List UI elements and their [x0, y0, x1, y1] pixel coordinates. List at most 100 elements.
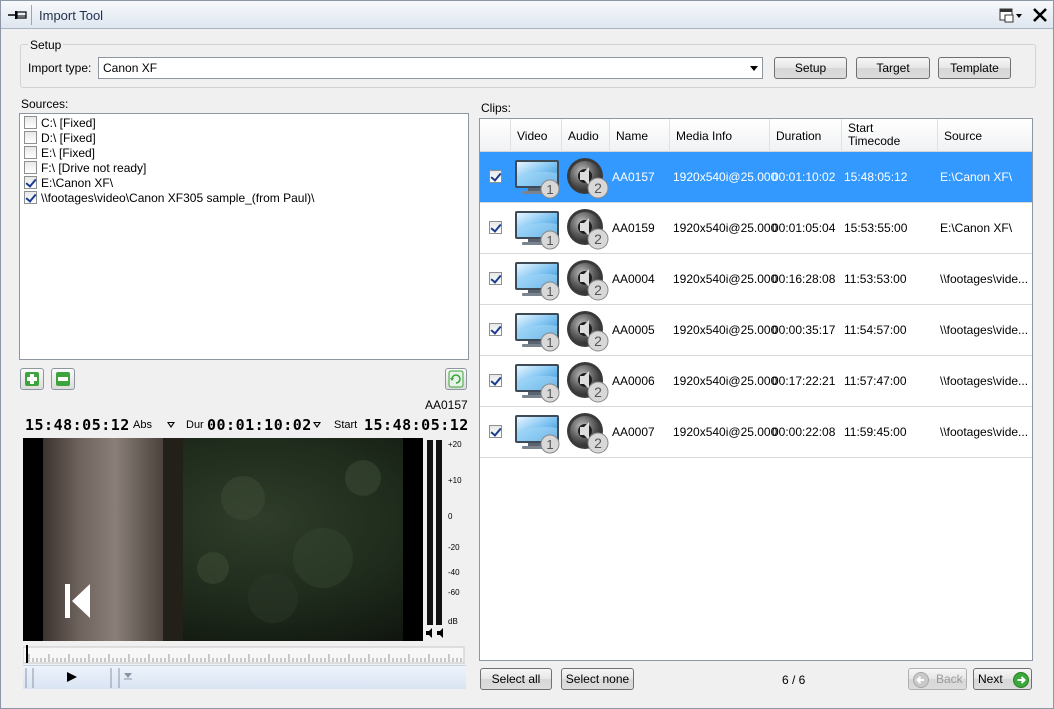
clip-checkbox[interactable] [489, 323, 502, 336]
close-icon[interactable] [1031, 6, 1049, 24]
source-item[interactable]: C:\ [Fixed] [24, 115, 96, 130]
clip-start-timecode: 15:53:55:00 [844, 221, 908, 235]
clip-start-timecode: 15:48:05:12 [844, 170, 908, 184]
source-label: E:\ [Fixed] [41, 145, 96, 160]
source-label: E:\Canon XF\ [41, 175, 114, 190]
clip-row[interactable]: 1 2 AA0007 1920x540i@25.000 00:00:22:08 … [480, 407, 1032, 458]
source-checkbox[interactable] [24, 146, 37, 160]
clip-source: \\footages\vide... [940, 272, 1029, 286]
clip-checkbox[interactable] [489, 170, 502, 183]
clip-start-timecode: 11:53:53:00 [844, 272, 907, 286]
next-button[interactable]: Next [973, 668, 1032, 690]
back-arrow-icon [913, 672, 929, 688]
abs-dropdown-icon[interactable] [167, 422, 175, 428]
clip-checkbox[interactable] [489, 221, 502, 234]
source-checkbox[interactable] [24, 131, 37, 145]
video-track-badge: 1 [546, 386, 553, 401]
transport-bar [23, 665, 466, 689]
col-start-timecode[interactable]: Start Timecode [842, 119, 938, 152]
source-label: F:\ [Drive not ready] [41, 160, 147, 175]
sources-list[interactable]: C:\ [Fixed] D:\ [Fixed] E:\ [Fixed] F:\ … [19, 113, 469, 360]
source-label: \\footages\video\Canon XF305 sample_(fro… [41, 190, 315, 205]
clip-row[interactable]: 1 2 AA0159 1920x540i@25.000 00:01:05:04 … [480, 203, 1032, 254]
audio-meter: +20 +10 0 -20 -40 -60 dB [424, 438, 466, 641]
setup-button[interactable]: Setup [774, 57, 847, 79]
back-button[interactable]: Back [908, 668, 967, 690]
video-track-icon: 1 [514, 157, 562, 199]
clip-checkbox[interactable] [489, 272, 502, 285]
clip-media-info: 1920x540i@25.000 [673, 221, 778, 235]
video-track-icon: 1 [514, 412, 562, 454]
source-item[interactable]: D:\ [Fixed] [24, 130, 96, 145]
dur-dropdown-icon[interactable] [313, 422, 321, 428]
source-item[interactable]: F:\ [Drive not ready] [24, 160, 146, 175]
plus-icon [25, 372, 39, 386]
video-track-icon: 1 [514, 208, 562, 250]
remove-source-button[interactable] [51, 368, 75, 390]
speaker-icon[interactable] [425, 627, 447, 639]
clip-name: AA0004 [612, 272, 655, 286]
target-button[interactable]: Target [856, 57, 930, 79]
col-name[interactable]: Name [610, 119, 670, 152]
template-button[interactable]: Template [938, 57, 1011, 79]
col-audio[interactable]: Audio [562, 119, 610, 152]
timecode-bar: 15:48:05:12 Abs Dur 00:01:10:02 Start 15… [21, 415, 468, 435]
dur-timecode: 00:01:10:02 [207, 416, 312, 434]
refresh-icon [448, 370, 464, 388]
play-icon[interactable] [67, 672, 77, 682]
clip-media-info: 1920x540i@25.000 [673, 374, 778, 388]
meter-label: 0 [448, 512, 453, 521]
meter-label: +10 [448, 476, 462, 485]
clip-row[interactable]: 1 2 AA0004 1920x540i@25.000 00:16:28:08 … [480, 254, 1032, 305]
select-none-button[interactable]: Select none [561, 668, 634, 690]
seek-handle[interactable] [26, 645, 28, 663]
import-type-select[interactable]: Canon XF [98, 57, 763, 79]
seek-bar[interactable] [22, 643, 466, 665]
video-track-badge: 1 [546, 335, 553, 350]
add-source-button[interactable] [20, 368, 44, 390]
audio-track-icon: 2 [566, 258, 610, 302]
clip-duration: 00:16:28:08 [772, 272, 836, 286]
video-track-icon: 1 [514, 361, 562, 403]
col-duration[interactable]: Duration [770, 119, 842, 152]
refresh-sources-button[interactable] [445, 368, 467, 390]
back-label: Back [936, 672, 963, 686]
clip-checkbox[interactable] [489, 374, 502, 387]
source-checkbox[interactable] [24, 116, 37, 130]
dur-label: Dur [186, 419, 204, 431]
col-video[interactable]: Video [511, 119, 562, 152]
col-source[interactable]: Source [938, 119, 1032, 152]
source-checkbox[interactable] [24, 176, 37, 190]
source-item[interactable]: \\footages\video\Canon XF305 sample_(fro… [24, 190, 314, 205]
video-preview[interactable] [23, 438, 423, 641]
video-track-badge: 1 [546, 437, 553, 452]
clip-name: AA0007 [612, 425, 655, 439]
audio-track-badge: 2 [594, 333, 602, 349]
meter-bar-right [436, 440, 442, 625]
clip-name: AA0159 [612, 221, 655, 235]
clip-duration: 00:00:35:17 [772, 323, 836, 337]
clip-duration: 00:01:10:02 [772, 170, 836, 184]
clip-media-info: 1920x540i@25.000 [673, 425, 778, 439]
clip-row[interactable]: 1 2 AA0157 1920x540i@25.000 00:01:10:02 … [480, 152, 1032, 203]
col-media-info[interactable]: Media Info [670, 119, 770, 152]
clip-name: AA0157 [612, 170, 655, 184]
preview-clip-name: AA0157 [425, 398, 468, 412]
volume-dropdown-icon[interactable] [124, 673, 132, 680]
source-item[interactable]: E:\ [Fixed] [24, 145, 95, 160]
clips-grid[interactable]: Video Audio Name Media Info Duration Sta… [479, 118, 1033, 661]
source-checkbox[interactable] [24, 191, 37, 205]
clip-row[interactable]: 1 2 AA0006 1920x540i@25.000 00:17:22:21 … [480, 356, 1032, 407]
clips-label: Clips: [481, 101, 512, 115]
source-item[interactable]: E:\Canon XF\ [24, 175, 113, 190]
clip-row[interactable]: 1 2 AA0005 1920x540i@25.000 00:00:35:17 … [480, 305, 1032, 356]
meter-label: dB [448, 617, 458, 626]
clip-checkbox[interactable] [489, 425, 502, 438]
clip-duration: 00:17:22:21 [772, 374, 836, 388]
select-all-button[interactable]: Select all [480, 668, 552, 690]
col-check[interactable] [480, 119, 511, 152]
window-menu-icon[interactable] [999, 7, 1025, 23]
source-checkbox[interactable] [24, 161, 37, 175]
pin-icon[interactable] [7, 7, 29, 23]
clip-source: E:\Canon XF\ [940, 221, 1013, 235]
